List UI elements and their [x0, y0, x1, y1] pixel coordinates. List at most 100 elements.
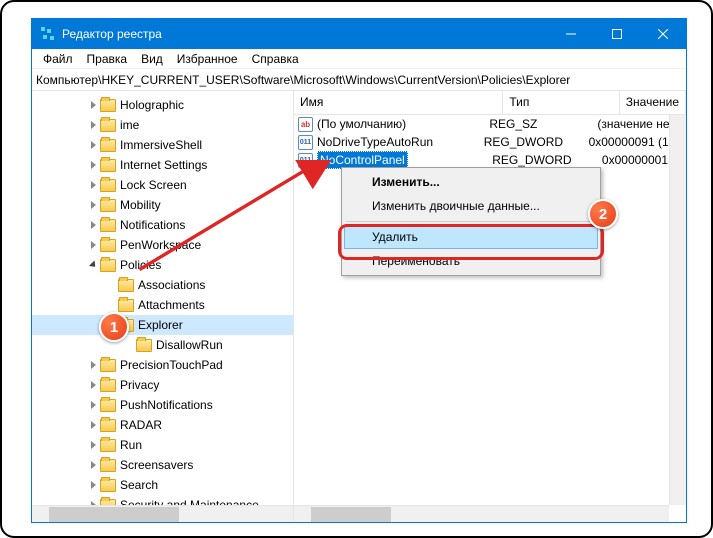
address-bar[interactable]: Компьютер\HKEY_CURRENT_USER\Software\Mic… — [32, 69, 686, 91]
tree-item[interactable]: Lock Screen — [32, 175, 293, 195]
tree-label: PrecisionTouchPad — [120, 358, 223, 372]
maximize-button[interactable] — [594, 19, 640, 49]
tree-item[interactable]: Notifications — [32, 215, 293, 235]
tree-label: Run — [120, 438, 142, 452]
tree-item[interactable]: Mobility — [32, 195, 293, 215]
expand-icon[interactable] — [104, 298, 118, 312]
dword-icon: 011 — [298, 153, 313, 168]
col-type[interactable]: Тип — [503, 91, 619, 114]
tree-label: Policies — [120, 258, 161, 272]
folder-icon — [100, 379, 116, 392]
folder-icon — [100, 139, 116, 152]
ctx-rename[interactable]: Переименовать — [344, 249, 598, 273]
col-data[interactable]: Значение — [620, 91, 686, 114]
expand-icon[interactable] — [86, 438, 100, 452]
value-name: NoDriveTypeAutoRun — [317, 135, 433, 149]
ctx-modify-binary[interactable]: Изменить двоичные данные... — [344, 194, 598, 218]
folder-icon — [100, 439, 116, 452]
expand-icon[interactable] — [86, 458, 100, 472]
tree-label: Privacy — [120, 378, 159, 392]
tree-item[interactable]: PenWorkspace — [32, 235, 293, 255]
value-type: REG_DWORD — [484, 135, 589, 149]
list-scrollbar-v[interactable] — [669, 115, 686, 505]
tree-item[interactable]: Privacy — [32, 375, 293, 395]
context-menu: Изменить... Изменить двоичные данные... … — [341, 167, 601, 276]
expand-icon[interactable] — [86, 118, 100, 132]
tree-label: Lock Screen — [120, 178, 187, 192]
expand-icon[interactable] — [86, 178, 100, 192]
tree-scrollbar-h[interactable] — [32, 505, 293, 522]
expand-icon[interactable] — [86, 418, 100, 432]
expand-icon[interactable] — [86, 218, 100, 232]
expand-icon[interactable] — [86, 198, 100, 212]
tree-item[interactable]: Explorer — [32, 315, 293, 335]
dword-icon: 011 — [298, 135, 313, 150]
minimize-button[interactable] — [548, 19, 594, 49]
tree-pane[interactable]: Holographic imeImmersiveShell Internet Set… — [32, 91, 294, 522]
expand-icon[interactable] — [86, 478, 100, 492]
tree-item[interactable]: Internet Settings — [32, 155, 293, 175]
folder-icon — [118, 299, 134, 312]
annotation-badge-2: 2 — [588, 199, 618, 229]
folder-icon — [100, 199, 116, 212]
folder-icon — [100, 159, 116, 172]
folder-icon — [136, 339, 152, 352]
tree-item[interactable]: Holographic — [32, 95, 293, 115]
tree-label: Search — [120, 478, 158, 492]
titlebar[interactable]: Редактор реестра — [32, 19, 686, 49]
value-row[interactable]: 011NoDriveTypeAutoRunREG_DWORD0x00000091… — [294, 133, 686, 151]
menubar: Файл Правка Вид Избранное Справка — [32, 49, 686, 69]
expand-icon[interactable] — [86, 98, 100, 112]
expand-icon[interactable] — [104, 278, 118, 292]
expand-icon[interactable] — [86, 138, 100, 152]
folder-icon — [100, 359, 116, 372]
column-headers[interactable]: Имя Тип Значение — [294, 91, 686, 115]
string-icon: ab — [298, 117, 313, 132]
menu-help[interactable]: Справка — [245, 50, 306, 68]
tree-item[interactable]: ImmersiveShell — [32, 135, 293, 155]
tree-item[interactable]: Search — [32, 475, 293, 495]
tree-item[interactable]: Associations — [32, 275, 293, 295]
tree-label: PenWorkspace — [120, 238, 201, 252]
tree-item[interactable]: PushNotifications — [32, 395, 293, 415]
expand-icon[interactable] — [86, 358, 100, 372]
tree-label: Attachments — [138, 298, 205, 312]
expand-icon[interactable] — [86, 158, 100, 172]
tree-item[interactable]: Attachments — [32, 295, 293, 315]
expand-icon[interactable] — [86, 238, 100, 252]
window-title: Редактор реестра — [62, 27, 548, 41]
tree-label: Associations — [138, 278, 205, 292]
menu-edit[interactable]: Правка — [80, 50, 135, 68]
tree-label: Explorer — [138, 318, 183, 332]
address-text: Компьютер\HKEY_CURRENT_USER\Software\Mic… — [36, 73, 570, 87]
ctx-delete[interactable]: Удалить — [344, 225, 598, 249]
expand-icon[interactable] — [86, 378, 100, 392]
tree-label: PushNotifications — [120, 398, 213, 412]
close-button[interactable] — [640, 19, 686, 49]
tree-label: Internet Settings — [120, 158, 207, 172]
tree-label: Notifications — [120, 218, 185, 232]
value-type: REG_SZ — [489, 117, 597, 131]
tree-item[interactable]: RADAR — [32, 415, 293, 435]
tree-item[interactable]: PrecisionTouchPad — [32, 355, 293, 375]
folder-icon — [100, 259, 116, 272]
menu-favorites[interactable]: Избранное — [170, 50, 245, 68]
ctx-modify[interactable]: Изменить... — [344, 170, 598, 194]
menu-view[interactable]: Вид — [134, 50, 170, 68]
tree-item[interactable]: Screensavers — [32, 455, 293, 475]
value-row[interactable]: ab(По умолчанию)REG_SZ(значение не пр — [294, 115, 686, 133]
col-name[interactable]: Имя — [294, 91, 503, 114]
list-scrollbar-h[interactable] — [294, 505, 669, 522]
tree-label: Holographic — [120, 98, 184, 112]
expand-icon[interactable] — [122, 338, 136, 352]
list-pane[interactable]: Имя Тип Значение ab(По умолчанию)REG_SZ(… — [294, 91, 686, 522]
menu-file[interactable]: Файл — [36, 50, 80, 68]
tree-item[interactable]: DisallowRun — [32, 335, 293, 355]
value-type: REG_DWORD — [492, 153, 602, 167]
expand-icon[interactable] — [86, 258, 100, 272]
tree-item[interactable]: Run — [32, 435, 293, 455]
app-icon — [40, 26, 56, 42]
tree-item[interactable]: Policies — [32, 255, 293, 275]
tree-item[interactable]: ime — [32, 115, 293, 135]
expand-icon[interactable] — [86, 398, 100, 412]
